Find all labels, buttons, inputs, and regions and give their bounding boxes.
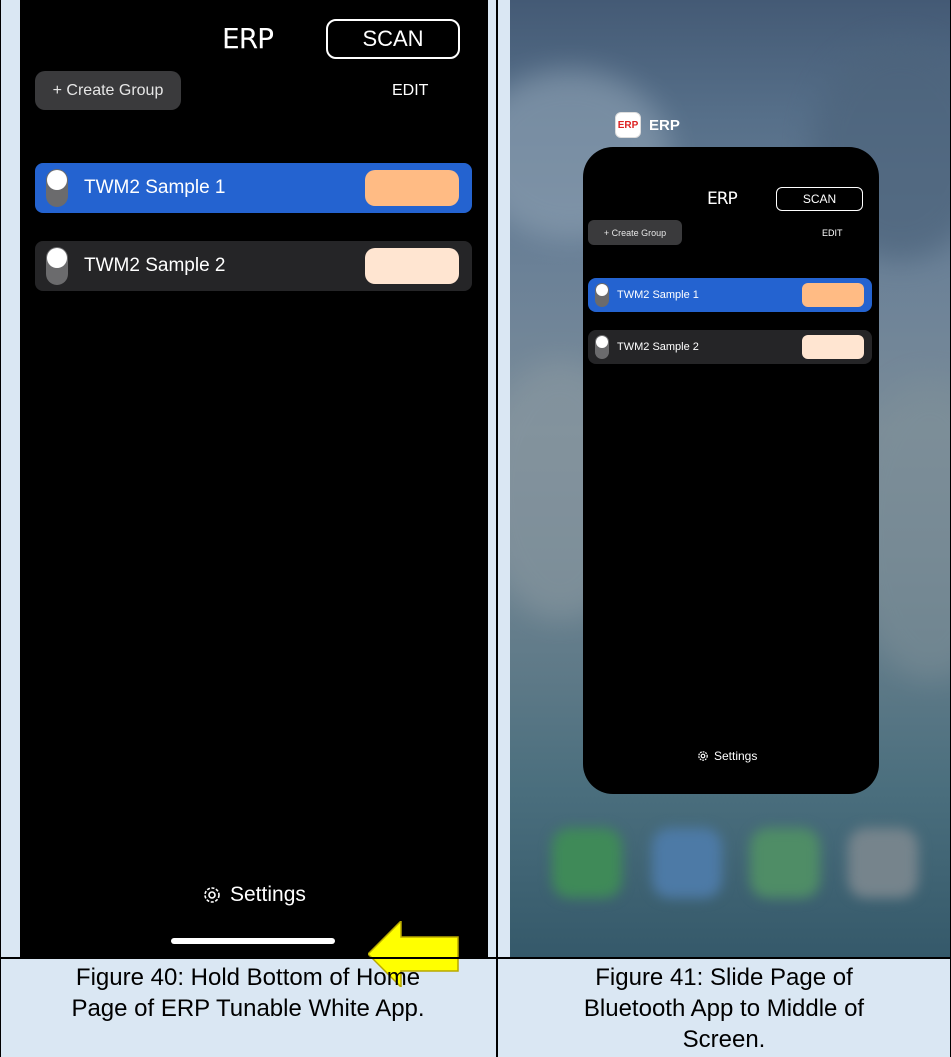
group-label: TWM2 Sample 2 — [84, 255, 226, 276]
color-swatch[interactable] — [802, 283, 864, 307]
group-toggle[interactable] — [46, 247, 68, 285]
gear-icon — [698, 751, 708, 761]
group-row[interactable]: TWM2 Sample 2 — [588, 330, 872, 364]
group-row-selected[interactable]: TWM2 Sample 1 — [35, 163, 472, 213]
app-title[interactable]: ERP ERP — [615, 112, 680, 138]
group-row[interactable]: TWM2 Sample 2 — [35, 241, 472, 291]
erp-logo: ERP — [707, 189, 738, 209]
app-card[interactable]: ERP SCAN + Create Group EDIT TWM2 Sample… — [583, 147, 879, 794]
dock-icon — [652, 828, 722, 898]
caption-line: Page of ERP Tunable White App. — [71, 995, 425, 1022]
dock-icon — [552, 828, 622, 898]
group-label: TWM2 Sample 1 — [84, 177, 226, 198]
settings-label: Settings — [230, 883, 306, 906]
edit-button[interactable]: EDIT — [392, 82, 428, 100]
group-label: TWM2 Sample 1 — [617, 289, 699, 301]
caption-line: Bluetooth App to Middle of — [583, 995, 865, 1022]
settings-button[interactable]: Settings — [202, 883, 306, 907]
settings-label: Settings — [714, 749, 758, 763]
home-indicator[interactable] — [171, 938, 335, 944]
caption-line: Figure 41: Slide Page of — [595, 964, 853, 991]
erp-app-icon: ERP — [615, 112, 641, 138]
group-label: TWM2 Sample 2 — [617, 341, 699, 353]
dock-icon — [848, 828, 918, 898]
app-name: ERP — [649, 116, 680, 134]
settings-button[interactable]: Settings — [697, 749, 757, 763]
scan-button[interactable]: SCAN — [776, 187, 863, 211]
group-toggle[interactable] — [595, 283, 609, 307]
caption-line: Screen. — [682, 1026, 766, 1053]
document-table: ERP SCAN + Create Group EDIT TWM2 Sample… — [0, 0, 951, 1057]
create-group-button[interactable]: + Create Group — [588, 220, 682, 245]
dock-icon — [750, 828, 820, 898]
color-swatch[interactable] — [802, 335, 864, 359]
group-row-selected[interactable]: TWM2 Sample 1 — [588, 278, 872, 312]
erp-logo: ERP — [222, 22, 274, 55]
figure-caption-41: Figure 41: Slide Page of Bluetooth App t… — [500, 962, 948, 1055]
caption-line: Figure 40: Hold Bottom of Home — [75, 964, 421, 991]
erp-home-screen: ERP SCAN + Create Group EDIT TWM2 Sample… — [20, 0, 488, 957]
create-group-button[interactable]: + Create Group — [35, 71, 181, 110]
edit-button[interactable]: EDIT — [822, 228, 843, 238]
scan-button[interactable]: SCAN — [326, 19, 460, 59]
app-switcher: ERP ERP ERP SCAN + Create Group EDIT TWM… — [510, 0, 951, 957]
color-swatch[interactable] — [365, 248, 459, 284]
group-toggle[interactable] — [595, 335, 609, 359]
gear-icon — [204, 887, 220, 903]
figure-caption-40: Figure 40: Hold Bottom of Home Page of E… — [10, 962, 486, 1024]
color-swatch[interactable] — [365, 170, 459, 206]
group-toggle[interactable] — [46, 169, 68, 207]
